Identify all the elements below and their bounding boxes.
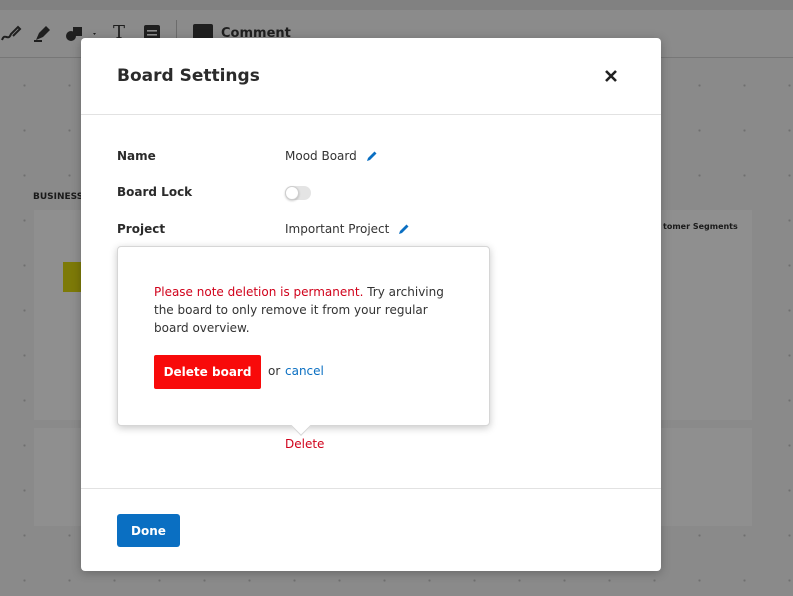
segment-heading: tomer Segments — [663, 222, 738, 231]
or-text: or — [268, 364, 281, 378]
modal-title: Board Settings — [117, 66, 260, 86]
project-value: Important Project — [285, 222, 390, 236]
edit-name-pencil-icon[interactable] — [366, 150, 378, 162]
toolbar-top-strip — [0, 0, 793, 10]
delete-warning-message: Please note deletion is permanent. Try a… — [154, 283, 464, 337]
highlighter-icon[interactable] — [32, 22, 52, 44]
close-icon — [605, 70, 617, 82]
pen-icon[interactable] — [0, 22, 22, 44]
modal-header: Board Settings — [81, 38, 661, 115]
board-lock-label: Board Lock — [117, 185, 193, 199]
toggle-knob — [285, 186, 299, 200]
board-name-value: Mood Board — [285, 149, 357, 163]
project-value-row: Important Project — [285, 222, 410, 236]
sticky-note — [63, 262, 83, 292]
done-button[interactable]: Done — [117, 514, 180, 547]
delete-confirm-popover: Please note deletion is permanent. Try a… — [117, 246, 490, 436]
delete-board-button[interactable]: Delete board — [154, 355, 261, 389]
board-heading: BUSINESS — [33, 192, 84, 202]
delete-board-link[interactable]: Delete — [285, 437, 324, 451]
footer-divider — [81, 488, 661, 489]
edit-project-pencil-icon[interactable] — [398, 223, 410, 235]
close-button[interactable] — [602, 66, 620, 86]
cancel-link[interactable]: cancel — [285, 364, 324, 378]
project-label: Project — [117, 222, 166, 236]
board-lock-toggle[interactable] — [285, 186, 311, 200]
name-label: Name — [117, 149, 156, 163]
name-value-row: Mood Board — [285, 149, 378, 163]
permanent-warning: Please note deletion is permanent. — [154, 285, 364, 299]
